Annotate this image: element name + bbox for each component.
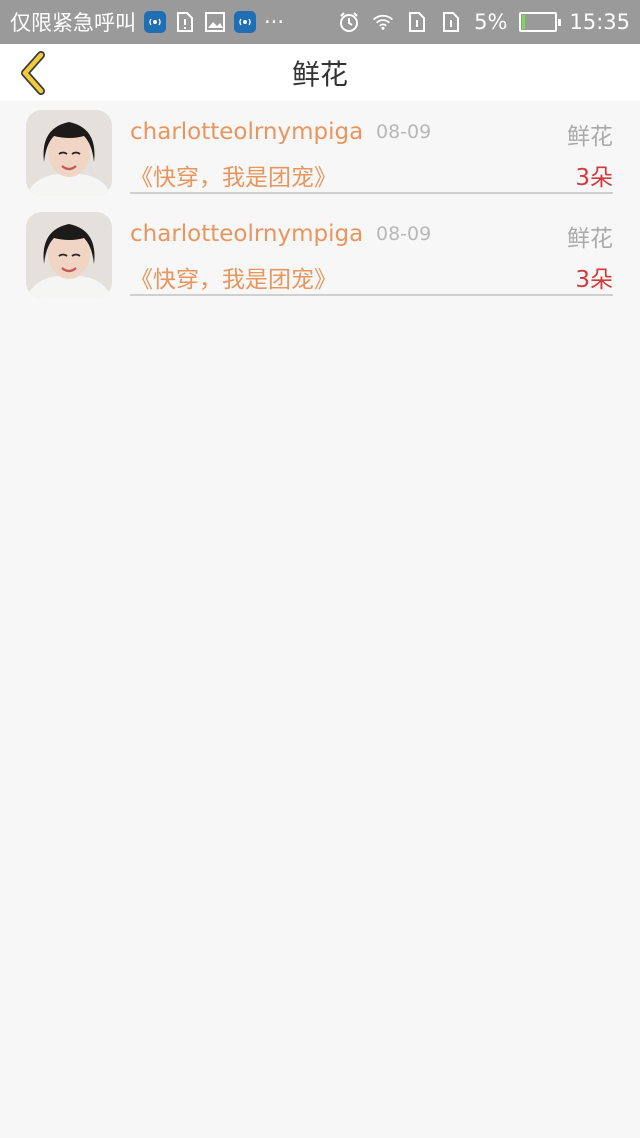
battery-charging-icon	[519, 12, 562, 32]
alarm-icon	[338, 11, 360, 33]
flower-record-list: charlotteolrnympiga 08-09 鲜花 《快穿，我是团宠》 3…	[0, 101, 640, 305]
gift-type: 鲜花	[567, 124, 613, 150]
record-date: 08-09	[376, 121, 432, 143]
app-header: 鲜花	[0, 44, 640, 101]
avatar[interactable]	[26, 212, 112, 298]
avatar[interactable]	[26, 110, 112, 196]
flower-count: 3朵	[575, 165, 613, 191]
wifi-icon	[372, 11, 394, 33]
clock: 15:35	[569, 10, 630, 34]
gift-type: 鲜花	[567, 226, 613, 252]
record-date: 08-09	[376, 223, 432, 245]
battery-percent: 5%	[474, 10, 508, 34]
sim-warning-icon	[174, 11, 196, 33]
back-button[interactable]	[14, 50, 54, 96]
page-title: 鲜花	[291, 57, 348, 91]
carrier-text: 仅限紧急呼叫	[10, 11, 136, 35]
image-icon	[204, 11, 226, 33]
book-title[interactable]: 《快穿，我是团宠》	[130, 158, 337, 192]
more-notifications-icon: ···	[264, 10, 285, 34]
app-badge-icon	[234, 11, 256, 33]
sim2-icon	[440, 11, 462, 33]
list-item[interactable]: charlotteolrnympiga 08-09 鲜花 《快穿，我是团宠》 3…	[0, 101, 640, 203]
record-content: charlotteolrnympiga 08-09 鲜花 《快穿，我是团宠》 3…	[130, 203, 613, 296]
sim1-icon	[406, 11, 428, 33]
book-title[interactable]: 《快穿，我是团宠》	[130, 260, 337, 294]
app-badge-icon	[144, 11, 166, 33]
username[interactable]: charlotteolrnympiga	[130, 221, 363, 247]
list-item[interactable]: charlotteolrnympiga 08-09 鲜花 《快穿，我是团宠》 3…	[0, 203, 640, 305]
status-bar: 仅限紧急呼叫 ··· 5% 15:35	[0, 0, 640, 44]
flower-count: 3朵	[575, 267, 613, 293]
username[interactable]: charlotteolrnympiga	[130, 119, 363, 145]
record-content: charlotteolrnympiga 08-09 鲜花 《快穿，我是团宠》 3…	[130, 101, 613, 194]
chevron-left-icon	[21, 51, 45, 95]
